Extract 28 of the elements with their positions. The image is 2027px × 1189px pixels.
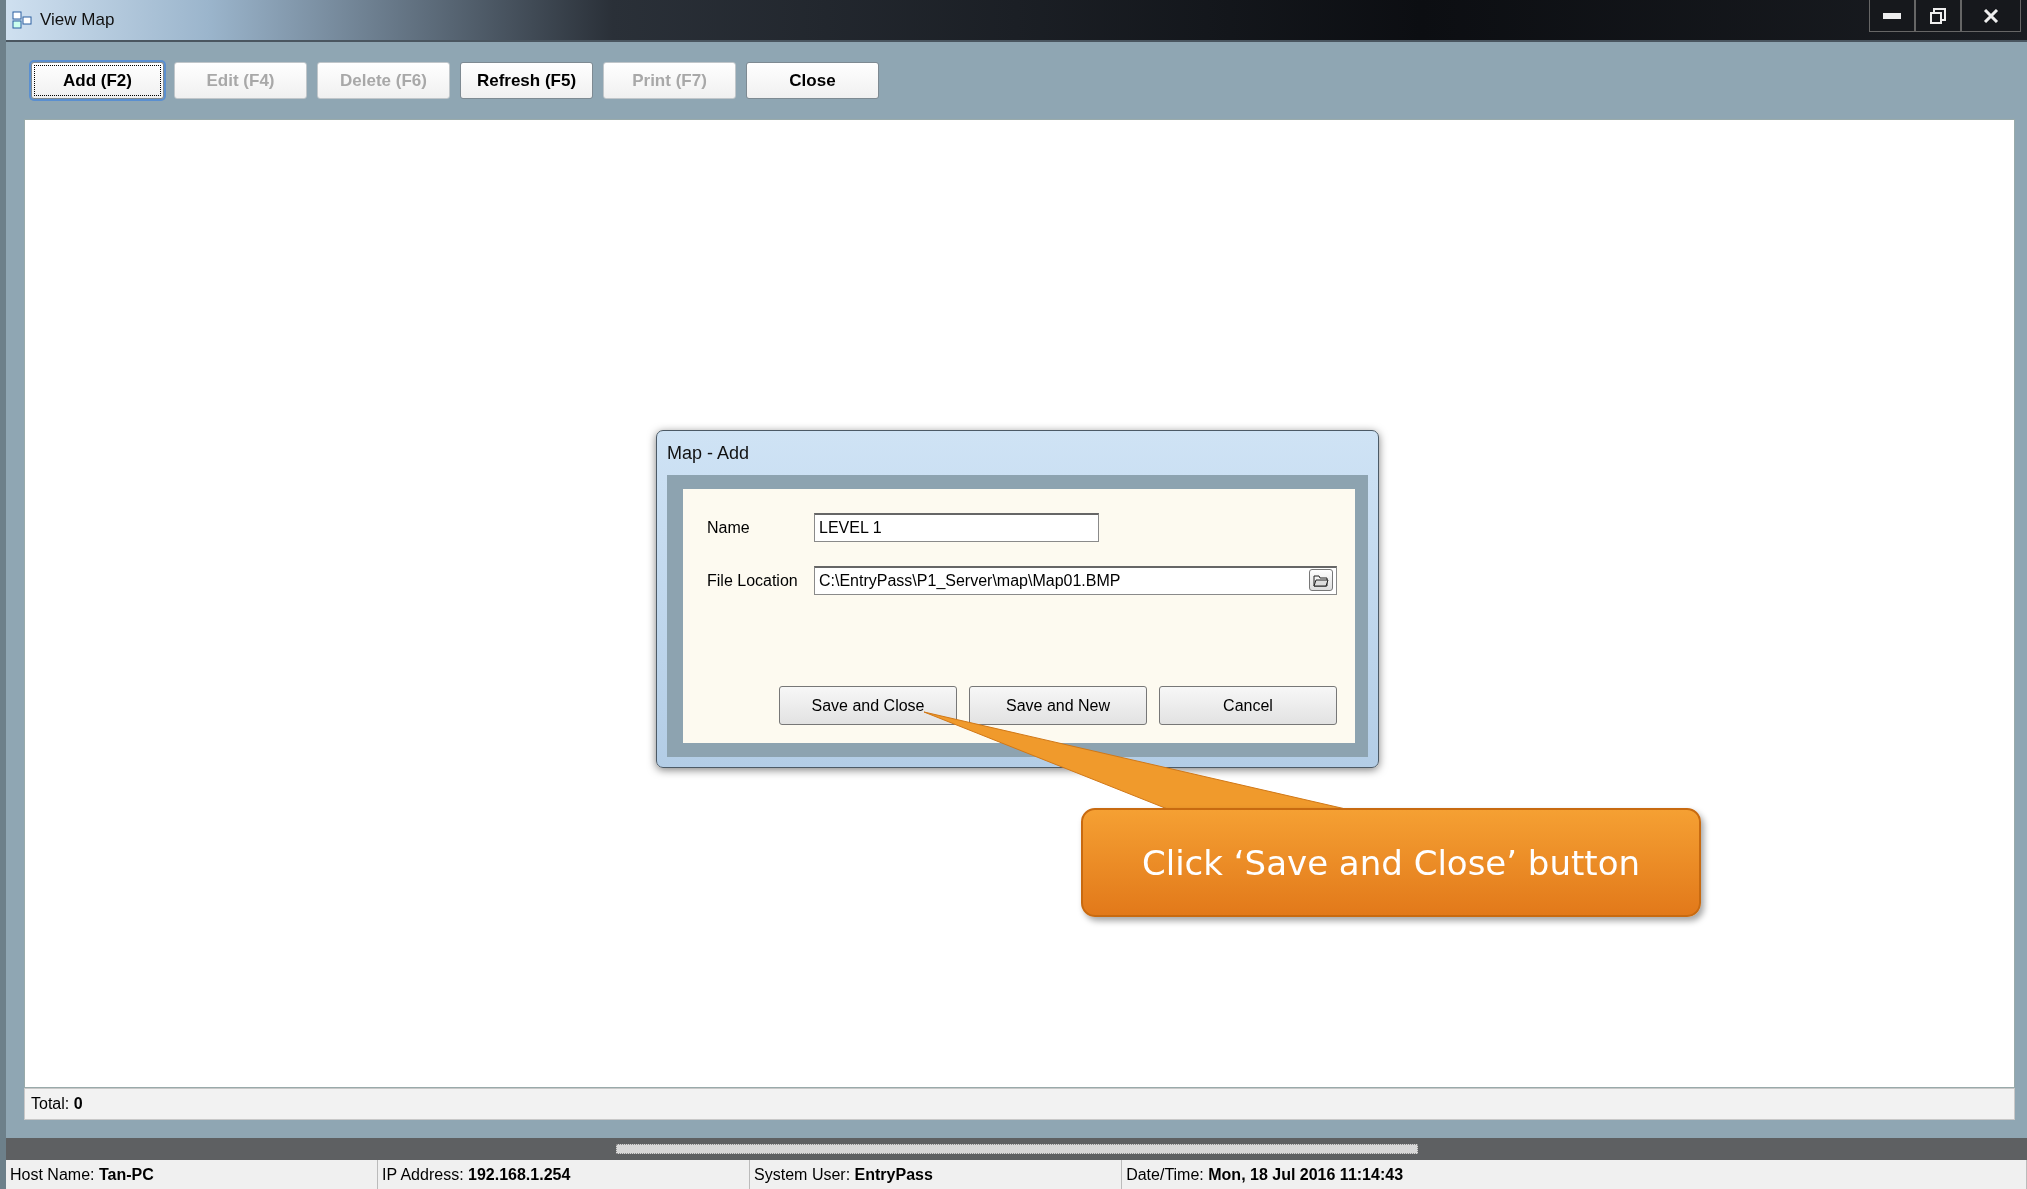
- name-field[interactable]: LEVEL 1: [814, 513, 1099, 542]
- file-location-field[interactable]: C:\EntryPass\P1_Server\map\Map01.BMP: [814, 566, 1337, 595]
- dialog-title: Map - Add: [667, 442, 751, 465]
- dialog-button[interactable]: Save and New: [969, 686, 1147, 725]
- field-label: Name: [707, 518, 751, 537]
- field-label: File Location: [707, 571, 799, 590]
- toolbar-button[interactable]: Add (F2): [31, 62, 164, 99]
- close-button[interactable]: [1961, 0, 2021, 32]
- splitter-bar[interactable]: [6, 1138, 2027, 1160]
- toolbar-button[interactable]: Refresh (F5): [460, 62, 593, 99]
- status-text: System User: EntryPass: [754, 1165, 933, 1184]
- status-text: Date/Time: Mon, 18 Jul 2016 11:14:43: [1126, 1165, 1404, 1184]
- callout-box: Click ‘Save and Close’ button: [1081, 808, 1701, 917]
- maximize-button[interactable]: [1915, 0, 1961, 32]
- dialog-button[interactable]: Save and Close: [779, 686, 957, 725]
- dialog-button[interactable]: Cancel: [1159, 686, 1337, 725]
- status-text: IP Address: 192.168.1.254: [382, 1165, 571, 1184]
- toolbar-button[interactable]: Close: [746, 62, 879, 99]
- total-label: Total: 0: [24, 1088, 2015, 1120]
- browse-button[interactable]: [1309, 569, 1333, 591]
- window-title: View Map: [40, 10, 115, 30]
- app-icon: [12, 11, 32, 29]
- status-text: Host Name: Tan-PC: [10, 1165, 154, 1184]
- close-icon: [1983, 8, 1999, 23]
- maximize-icon: [1930, 7, 1946, 24]
- minimize-button[interactable]: [1869, 0, 1915, 32]
- folder-icon: [1313, 573, 1329, 587]
- minimize-icon: [1883, 12, 1901, 19]
